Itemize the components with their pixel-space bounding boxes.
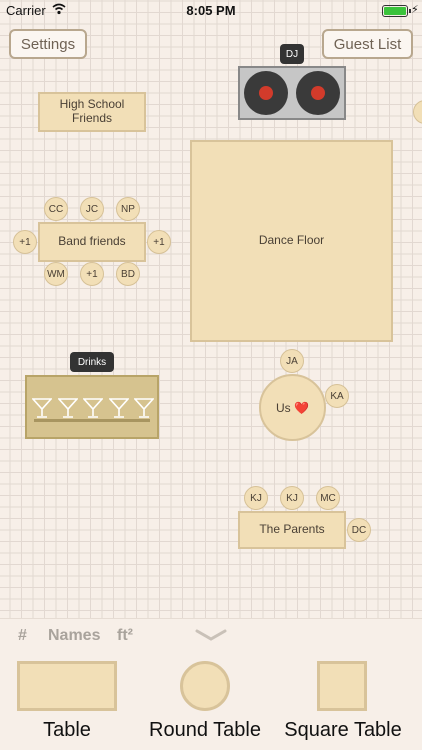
drinks-bar[interactable] [25,375,159,439]
seat[interactable]: MC [316,486,340,510]
table-label: Band friends [58,234,126,249]
charging-icon: ⚡ [411,4,419,16]
table-label: High School Friends [59,97,125,125]
seat[interactable]: JC [80,197,104,221]
seat[interactable]: BD [116,262,140,286]
tool-panel: # Names ft² Table Round Table Square Tab… [0,618,422,750]
dj-label: DJ [280,44,304,64]
dance-floor-label: Dance Floor [258,233,325,248]
glass-icon [134,398,154,418]
seat[interactable]: CC [44,197,68,221]
add-round-table-tool[interactable] [180,661,230,711]
dj-booth[interactable] [238,66,346,120]
bar-shelf [34,419,150,422]
seat[interactable]: KJ [244,486,268,510]
seat[interactable]: +1 [13,230,37,254]
table-us[interactable]: Us ❤️ [259,374,326,441]
dance-floor[interactable]: Dance Floor [190,140,393,342]
glass-icon [83,398,103,418]
glass-icon [32,398,52,418]
seat[interactable]: DC [347,518,371,542]
seat[interactable]: JA [280,349,304,373]
seat[interactable]: KJ [280,486,304,510]
drinks-label: Drinks [70,352,114,372]
offscreen-seat[interactable] [413,100,422,124]
seat[interactable]: NP [116,197,140,221]
turntable-right [296,71,340,115]
table-the-parents[interactable]: The Parents [238,511,346,549]
tool-label-round-table: Round Table [149,719,261,741]
tab-count[interactable]: # [18,627,27,645]
chevron-down-icon[interactable] [195,628,227,642]
tool-label-square-table: Square Table [284,719,402,741]
turntable-left [244,71,288,115]
tool-label-table: Table [43,719,91,741]
table-band-friends[interactable]: Band friends [38,222,146,262]
guest-list-button[interactable]: Guest List [322,29,413,59]
glass-icon [108,398,129,418]
tab-area[interactable]: ft² [117,627,133,645]
tab-names[interactable]: Names [48,627,100,645]
seat[interactable]: +1 [147,230,171,254]
settings-button[interactable]: Settings [9,29,87,59]
floor-plan-canvas[interactable]: Settings Guest List DJ High School Frien… [0,0,422,618]
glass-icon [57,398,78,418]
table-label: Us ❤️ [276,400,309,415]
battery-icon [382,5,411,17]
table-high-school-friends[interactable]: High School Friends [38,92,146,132]
status-time: 8:05 PM [186,3,236,18]
add-table-tool[interactable] [17,661,117,711]
table-label: The Parents [259,522,325,537]
seat[interactable]: WM [44,262,68,286]
seat[interactable]: KA [325,384,349,408]
add-square-table-tool[interactable] [317,661,367,711]
seat[interactable]: +1 [80,262,104,286]
status-bar: Carrier 8:05 PM ⚡ [0,0,422,22]
